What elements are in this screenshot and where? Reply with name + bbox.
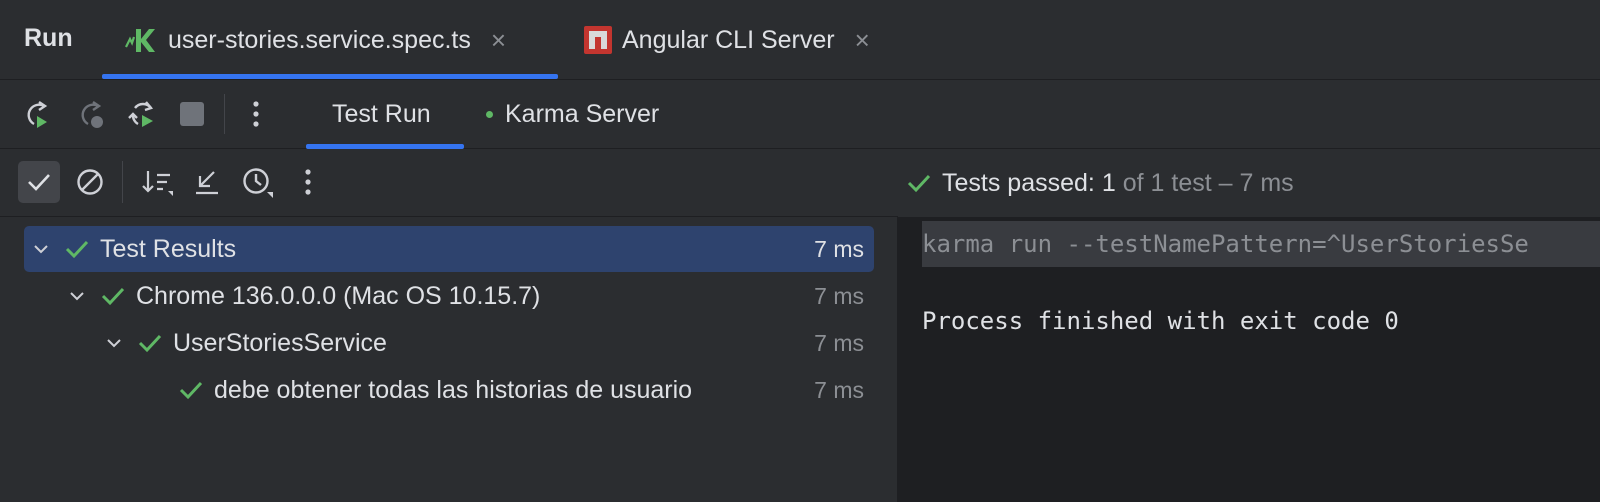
duration: 7 ms	[814, 282, 864, 309]
tab-label: Angular CLI Server	[622, 25, 835, 54]
check-icon	[101, 287, 125, 306]
status-summary: of 1 test – 7 ms	[1122, 168, 1294, 197]
close-icon[interactable]: ×	[491, 27, 506, 53]
run-tool-window-header: Run user-stories.service.spec.ts × Angul…	[0, 0, 1600, 80]
show-passed-icon[interactable]	[18, 161, 60, 203]
status-prefix: Tests passed:	[942, 168, 1095, 197]
tool-window-title: Run	[24, 24, 73, 52]
chevron-down-icon[interactable]	[32, 240, 50, 258]
chevron-down-icon[interactable]	[105, 334, 123, 352]
run-toolbar: Test Run Karma Server	[0, 80, 1600, 149]
tree-row-test[interactable]: debe obtener todas las historias de usua…	[24, 367, 874, 413]
tree-label: debe obtener todas las historias de usua…	[214, 375, 693, 404]
tree-row-test-results[interactable]: Test Results 7 ms	[24, 226, 874, 272]
sort-icon[interactable]	[136, 161, 178, 203]
tree-row-suite[interactable]: UserStoriesService 7 ms	[24, 320, 874, 366]
toolbar-separator	[224, 94, 225, 134]
running-indicator-icon	[486, 111, 493, 118]
rerun-icon[interactable]	[20, 96, 56, 132]
tab-karma-server[interactable]: Karma Server	[486, 80, 659, 149]
karma-icon	[125, 29, 155, 52]
chevron-down-icon[interactable]	[68, 287, 86, 305]
duration: 7 ms	[814, 329, 864, 356]
more-options-icon[interactable]	[238, 96, 274, 132]
tab-user-stories-spec[interactable]: user-stories.service.spec.ts ×	[124, 0, 506, 80]
tab-test-run[interactable]: Test Run	[332, 80, 431, 149]
test-tree-toolbar	[0, 149, 898, 217]
tree-label: Chrome 136.0.0.0 (Mac OS 10.15.7)	[136, 281, 541, 310]
tab-label: user-stories.service.spec.ts	[168, 25, 471, 54]
more-options-icon[interactable]	[287, 161, 329, 203]
close-icon[interactable]: ×	[855, 27, 870, 53]
subtab-label: Karma Server	[505, 100, 660, 128]
active-tab-indicator	[102, 74, 558, 79]
rerun-failed-icon[interactable]	[74, 96, 110, 132]
stop-icon[interactable]	[174, 96, 210, 132]
subtab-label: Test Run	[332, 100, 431, 128]
tree-row-browser[interactable]: Chrome 136.0.0.0 (Mac OS 10.15.7) 7 ms	[24, 273, 874, 319]
test-history-icon[interactable]	[237, 161, 279, 203]
collapse-icon[interactable]	[186, 161, 228, 203]
check-icon	[138, 334, 162, 353]
toggle-auto-test-icon[interactable]	[124, 96, 160, 132]
tab-angular-cli-server[interactable]: Angular CLI Server ×	[584, 0, 870, 80]
console-output[interactable]: karma run --testNamePattern=^UserStories…	[898, 217, 1600, 502]
test-status-bar: Tests passed: 1 of 1 test – 7 ms	[898, 149, 1600, 217]
check-icon	[907, 174, 931, 193]
check-icon	[179, 381, 203, 400]
status-count: 1	[1101, 168, 1116, 197]
test-tree-panel: Test Results 7 ms Chrome 136.0.0.0 (Mac …	[0, 149, 898, 502]
check-icon	[65, 240, 89, 259]
angular-cli-icon	[584, 26, 612, 54]
toolbar-separator	[122, 161, 123, 203]
console-command: karma run --testNamePattern=^UserStories…	[922, 221, 1600, 267]
duration: 7 ms	[814, 376, 864, 403]
duration: 7 ms	[814, 235, 864, 262]
show-ignored-icon[interactable]	[69, 161, 111, 203]
tree-label: UserStoriesService	[173, 328, 387, 357]
console-exit-message: Process finished with exit code 0	[922, 307, 1399, 335]
tree-label: Test Results	[100, 234, 237, 263]
